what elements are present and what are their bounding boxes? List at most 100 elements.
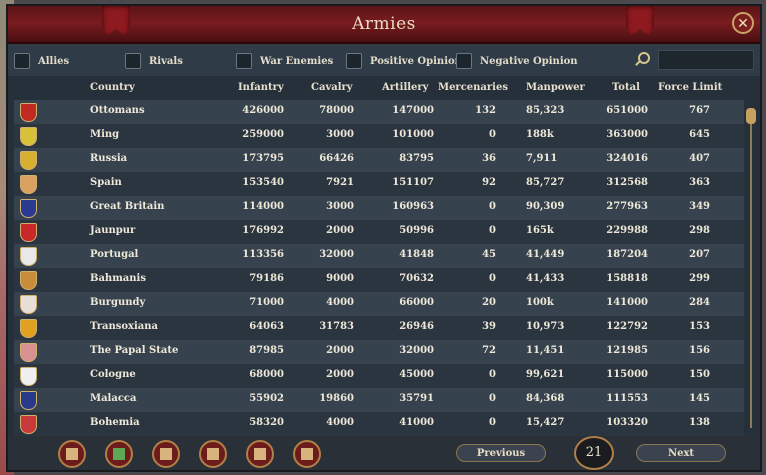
table-row[interactable]: Burgundy 71000 4000 66000 20 100k 141000 284: [14, 292, 744, 316]
cell-country[interactable]: Ottomans: [90, 105, 145, 116]
cell-infantry: 173795: [242, 153, 284, 164]
filter-label: Positive Opinion: [370, 55, 462, 67]
search-icon[interactable]: [638, 52, 650, 64]
scroll-button[interactable]: [199, 440, 227, 468]
cell-country[interactable]: Malacca: [90, 393, 136, 404]
col-force-limit[interactable]: Force Limit: [658, 82, 722, 93]
cell-country[interactable]: Bohemia: [90, 417, 140, 428]
cell-cavalry: 2000: [326, 369, 354, 380]
diplomacy-icon: [301, 448, 313, 460]
checkbox[interactable]: [14, 53, 30, 69]
cell-total: 363000: [606, 129, 648, 140]
country-flag-icon[interactable]: [20, 103, 37, 122]
crossed-swords-icon: [160, 448, 172, 460]
cell-force-limit: 138: [689, 417, 710, 428]
cell-cavalry: 9000: [326, 273, 354, 284]
table-row[interactable]: Jaunpur 176992 2000 50996 0 165k 229988 298: [14, 220, 744, 244]
cell-cavalry: 31783: [319, 321, 354, 332]
filter-positive-opinion[interactable]: Positive Opinion: [346, 52, 462, 70]
filter-negative-opinion[interactable]: Negative Opinion: [456, 52, 578, 70]
table-row[interactable]: Cologne 68000 2000 45000 0 99,621 115000 150: [14, 364, 744, 388]
cell-country[interactable]: Jaunpur: [90, 225, 135, 236]
country-flag-icon[interactable]: [20, 247, 37, 266]
country-flag-icon[interactable]: [20, 391, 37, 410]
title-bar: Armies ✕: [8, 6, 760, 44]
col-cavalry[interactable]: Cavalry: [311, 82, 353, 93]
col-artillery[interactable]: Artillery: [382, 82, 428, 93]
filter-rivals[interactable]: Rivals: [125, 52, 183, 70]
cell-country[interactable]: Great Britain: [90, 201, 164, 212]
table-row[interactable]: Ming 259000 3000 101000 0 188k 363000 645: [14, 124, 744, 148]
country-flag-icon[interactable]: [20, 319, 37, 338]
scrollbar[interactable]: [746, 100, 756, 436]
country-flag-icon[interactable]: [20, 127, 37, 146]
country-flag-icon[interactable]: [20, 271, 37, 290]
table-row[interactable]: Bahmanis 79186 9000 70632 0 41,433 158818 299: [14, 268, 744, 292]
cell-country[interactable]: Burgundy: [90, 297, 145, 308]
country-flag-icon[interactable]: [20, 151, 37, 170]
country-flag-icon[interactable]: [20, 367, 37, 386]
cell-country[interactable]: Spain: [90, 177, 122, 188]
country-flag-icon[interactable]: [20, 295, 37, 314]
table-row[interactable]: Bohemia 58320 4000 41000 0 15,427 103320 138: [14, 412, 744, 436]
checkbox[interactable]: [125, 53, 141, 69]
col-mercenaries[interactable]: Mercenaries: [438, 82, 508, 93]
cell-total: 122792: [606, 321, 648, 332]
cell-artillery: 160963: [392, 201, 434, 212]
col-manpower[interactable]: Manpower: [526, 82, 585, 93]
cell-force-limit: 767: [689, 105, 710, 116]
cell-infantry: 176992: [242, 225, 284, 236]
cell-country[interactable]: Portugal: [90, 249, 138, 260]
country-flag-icon[interactable]: [20, 223, 37, 242]
cell-country[interactable]: The Papal State: [90, 345, 178, 356]
table-row[interactable]: Transoxiana 64063 31783 26946 39 10,973 122792…: [14, 316, 744, 340]
cell-mercenaries: 20: [482, 297, 496, 308]
cell-country[interactable]: Cologne: [90, 369, 136, 380]
country-flag-icon[interactable]: [20, 199, 37, 218]
table-row[interactable]: Russia 173795 66426 83795 36 7,911 324016 407: [14, 148, 744, 172]
cell-artillery: 70632: [399, 273, 434, 284]
cell-country[interactable]: Ming: [90, 129, 119, 140]
cell-total: 103320: [606, 417, 648, 428]
country-flag-icon[interactable]: [20, 343, 37, 362]
search-input[interactable]: [658, 50, 754, 70]
filter-war-enemies[interactable]: War Enemies: [236, 52, 333, 70]
col-total[interactable]: Total: [612, 82, 640, 93]
checkbox[interactable]: [236, 53, 252, 69]
ledger-button[interactable]: [58, 440, 86, 468]
scroll-thumb[interactable]: [746, 108, 756, 124]
checkbox[interactable]: [346, 53, 362, 69]
country-flag-icon[interactable]: [20, 175, 37, 194]
cell-force-limit: 363: [689, 177, 710, 188]
table-row[interactable]: Great Britain 114000 3000 160963 0 90,309 2779…: [14, 196, 744, 220]
cell-infantry: 113356: [242, 249, 284, 260]
cell-country[interactable]: Transoxiana: [90, 321, 158, 332]
col-country[interactable]: Country: [90, 82, 135, 93]
previous-button[interactable]: Previous: [456, 444, 546, 462]
buildings-button[interactable]: [105, 440, 133, 468]
scroll-track[interactable]: [750, 108, 752, 428]
cell-artillery: 41848: [399, 249, 434, 260]
cell-infantry: 426000: [242, 105, 284, 116]
table-row[interactable]: Portugal 113356 32000 41848 45 41,449 187204 20…: [14, 244, 744, 268]
diplomacy-button[interactable]: [293, 440, 321, 468]
cell-manpower: 10,973: [526, 321, 565, 332]
table-row[interactable]: The Papal State 87985 2000 32000 72 11,451 121…: [14, 340, 744, 364]
military-button[interactable]: [152, 440, 180, 468]
cell-artillery: 83795: [399, 153, 434, 164]
table-row[interactable]: Spain 153540 7921 151107 92 85,727 312568 363: [14, 172, 744, 196]
cell-cavalry: 4000: [326, 417, 354, 428]
armies-table: Ottomans 426000 78000 147000 132 85,323 651000…: [14, 100, 744, 436]
cell-country[interactable]: Bahmanis: [90, 273, 146, 284]
table-row[interactable]: Ottomans 426000 78000 147000 132 85,323 651000…: [14, 100, 744, 124]
next-button[interactable]: Next: [636, 444, 726, 462]
checkbox[interactable]: [456, 53, 472, 69]
cell-manpower: 100k: [526, 297, 554, 308]
cell-country[interactable]: Russia: [90, 153, 127, 164]
filter-allies[interactable]: Allies: [14, 52, 69, 70]
table-row[interactable]: Malacca 55902 19860 35791 0 84,368 111553 145: [14, 388, 744, 412]
shield-button[interactable]: [246, 440, 274, 468]
country-flag-icon[interactable]: [20, 415, 37, 434]
col-infantry[interactable]: Infantry: [238, 82, 284, 93]
close-button[interactable]: ✕: [732, 12, 754, 34]
